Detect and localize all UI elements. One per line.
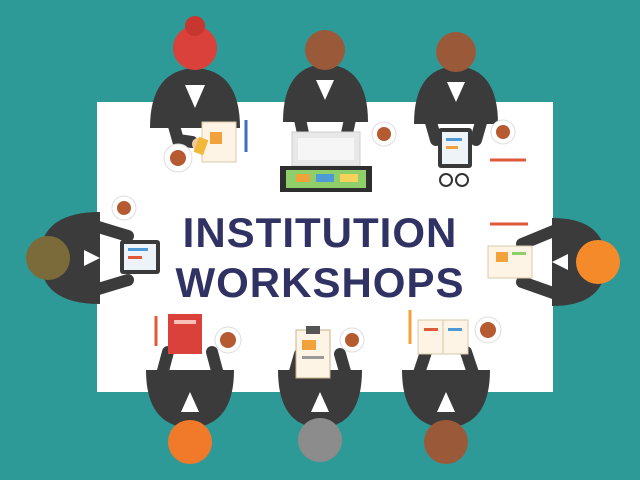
illustration: INSTITUTION WORKSHOPS (0, 0, 640, 480)
title-line-2: WORKSHOPS (175, 259, 465, 306)
title-line-1: INSTITUTION (182, 209, 458, 256)
person-top-center (283, 30, 368, 144)
person-top-right (414, 32, 498, 146)
